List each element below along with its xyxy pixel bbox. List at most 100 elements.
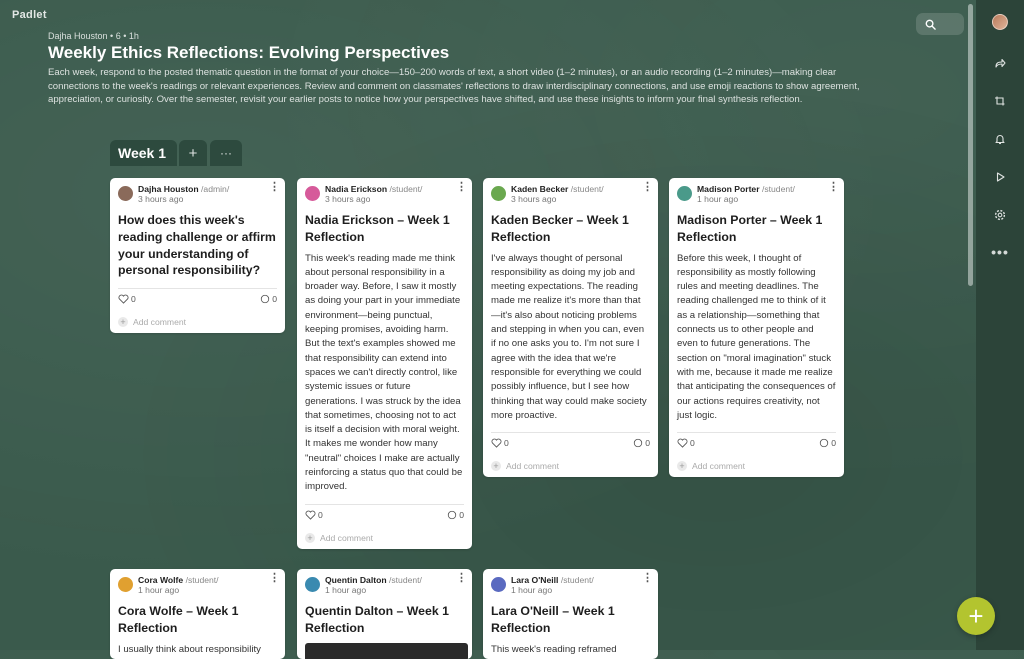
post-title: Nadia Erickson – Week 1 Reflection	[305, 213, 450, 244]
post-timestamp: 1 hour ago	[697, 194, 739, 204]
like-count: 0	[504, 438, 509, 449]
slideshow-button[interactable]	[990, 167, 1010, 187]
author-role: /student/	[570, 184, 604, 194]
board-title: Weekly Ethics Reflections: Evolving Pers…	[48, 43, 450, 62]
like-button[interactable]: 0	[491, 438, 509, 448]
post-body: This week's reading made me think about …	[305, 252, 463, 493]
post-card[interactable]: Nadia Erickson /student/ 3 hours ago ⋮ N…	[297, 178, 472, 549]
heart-icon	[118, 294, 129, 304]
add-comment-input[interactable]: + Add comment	[491, 455, 650, 477]
post-title: Madison Porter – Week 1 Reflection	[677, 213, 823, 244]
post-card[interactable]: Madison Porter /student/ 1 hour ago ⋮ Ma…	[669, 178, 844, 478]
post-card[interactable]: Kaden Becker /student/ 3 hours ago ⋮ Kad…	[483, 178, 658, 478]
post-card[interactable]: Dajha Houston /admin/ 3 hours ago ⋮ How …	[110, 178, 285, 334]
author-role: /student/	[389, 184, 423, 194]
add-comment-label: Add comment	[506, 461, 560, 472]
board-meta: Dajha Houston • 6 • 1h	[48, 31, 139, 41]
like-count: 0	[318, 509, 323, 520]
board-description: Each week, respond to the posted themati…	[48, 67, 860, 106]
section-title[interactable]: Week 1	[110, 140, 177, 166]
comment-button[interactable]: 0	[260, 294, 277, 304]
post-title: Cora Wolfe – Week 1 Reflection	[118, 604, 239, 635]
like-count: 0	[690, 438, 695, 449]
post-menu-button[interactable]: ⋮	[456, 573, 467, 590]
gear-icon	[994, 209, 1006, 221]
post-timestamp: 1 hour ago	[511, 585, 553, 595]
author-avatar	[491, 577, 506, 592]
add-comment-label: Add comment	[320, 532, 374, 543]
scrollbar-thumb[interactable]	[968, 4, 973, 286]
add-comment-icon: +	[305, 532, 315, 543]
author-role: /student/	[560, 575, 594, 585]
post-media-thumbnail[interactable]	[305, 642, 468, 659]
section-more-button[interactable]: ···	[210, 140, 242, 166]
more-options-button[interactable]: •••	[990, 244, 1010, 264]
padlet-logo[interactable]: Padlet	[12, 9, 47, 21]
add-comment-input[interactable]: + Add comment	[305, 527, 464, 549]
heart-icon	[491, 438, 502, 448]
add-comment-label: Add comment	[133, 317, 187, 328]
like-button[interactable]: 0	[118, 294, 136, 304]
comment-icon	[448, 510, 457, 519]
author-role: /student/	[185, 575, 219, 585]
add-comment-icon: +	[491, 461, 501, 472]
share-button[interactable]	[990, 53, 1010, 73]
author-avatar	[305, 577, 320, 592]
post-body: Before this week, I thought of responsib…	[677, 252, 836, 421]
post-menu-button[interactable]: ⋮	[269, 182, 280, 199]
add-comment-icon: +	[677, 461, 687, 472]
remake-icon	[995, 96, 1005, 106]
post-menu-button[interactable]: ⋮	[456, 182, 467, 199]
comment-button[interactable]: 0	[447, 510, 464, 520]
post-timestamp: 3 hours ago	[325, 194, 371, 204]
add-section-button[interactable]: +	[179, 140, 207, 166]
heart-icon	[305, 510, 316, 520]
search-button[interactable]	[916, 13, 964, 35]
post-body: I've always thought of personal responsi…	[491, 252, 647, 421]
add-comment-icon: +	[118, 317, 128, 328]
add-comment-input[interactable]: + Add comment	[677, 455, 836, 477]
post-timestamp: 3 hours ago	[511, 194, 557, 204]
add-post-button[interactable]: +	[957, 597, 995, 635]
slideshow-icon	[996, 172, 1005, 182]
comment-button[interactable]: 0	[633, 438, 650, 448]
like-count: 0	[131, 294, 136, 305]
author-avatar	[305, 186, 320, 201]
comment-icon	[634, 438, 643, 448]
post-card[interactable]: Quentin Dalton /student/ 1 hour ago ⋮ Qu…	[297, 569, 472, 659]
author-name: Dajha Houston	[138, 184, 199, 194]
bell-icon	[995, 135, 1005, 145]
author-avatar	[118, 577, 133, 592]
post-menu-button[interactable]: ⋮	[642, 573, 653, 590]
post-card[interactable]: Lara O'Neill /student/ 1 hour ago ⋮ Lara…	[483, 569, 658, 659]
settings-button[interactable]	[990, 205, 1010, 225]
user-avatar[interactable]	[992, 14, 1008, 30]
author-role: /student/	[761, 184, 795, 194]
notifications-button[interactable]	[990, 129, 1010, 149]
author-avatar	[677, 186, 692, 201]
like-button[interactable]: 0	[305, 510, 323, 520]
author-role: /admin/	[201, 184, 230, 194]
ellipsis-icon: ···	[220, 146, 232, 160]
post-menu-button[interactable]: ⋮	[642, 182, 653, 199]
post-menu-button[interactable]: ⋮	[828, 182, 839, 199]
post-menu-button[interactable]: ⋮	[269, 573, 280, 590]
post-card[interactable]: Cora Wolfe /student/ 1 hour ago ⋮ Cora W…	[110, 569, 285, 659]
comment-icon	[261, 295, 270, 304]
add-comment-input[interactable]: + Add comment	[118, 311, 277, 333]
remake-button[interactable]	[990, 91, 1010, 111]
author-name: Cora Wolfe	[138, 575, 184, 585]
comment-count: 0	[272, 294, 277, 305]
author-name: Nadia Erickson	[325, 184, 388, 194]
scrollbar[interactable]	[967, 0, 975, 650]
like-button[interactable]: 0	[677, 438, 695, 448]
post-title: Quentin Dalton – Week 1 Reflection	[305, 604, 449, 635]
post-timestamp: 1 hour ago	[325, 585, 367, 595]
author-name: Kaden Becker	[511, 184, 569, 194]
plus-icon: +	[188, 144, 198, 162]
author-avatar	[491, 186, 506, 201]
author-name: Quentin Dalton	[325, 575, 387, 585]
comment-button[interactable]: 0	[819, 438, 836, 448]
author-name: Lara O'Neill	[511, 575, 559, 585]
post-title: Kaden Becker – Week 1 Reflection	[491, 213, 629, 244]
